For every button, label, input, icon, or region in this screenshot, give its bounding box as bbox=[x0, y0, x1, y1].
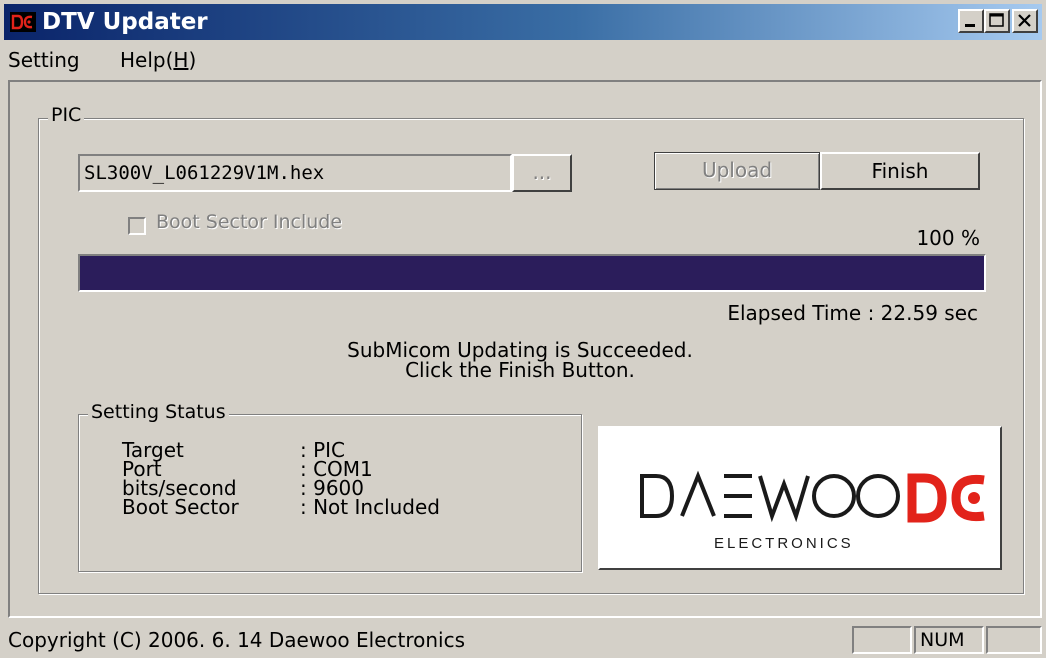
menu-help-suffix: ) bbox=[188, 48, 197, 72]
status-message: SubMicom Updating is Succeeded. Click th… bbox=[300, 340, 740, 380]
progress-fill bbox=[80, 256, 984, 290]
title-bar[interactable]: DTV Updater bbox=[4, 4, 1042, 40]
hex-file-path-field[interactable]: SL300V_L061229V1M.hex bbox=[78, 154, 512, 192]
menu-help-label: Help( bbox=[120, 48, 174, 72]
boot-sector-label: Boot Sector Include bbox=[156, 211, 343, 233]
menu-setting[interactable]: Setting bbox=[8, 48, 80, 72]
maximize-icon bbox=[989, 13, 1004, 27]
status-message-line1: SubMicom Updating is Succeeded. bbox=[347, 338, 693, 362]
browse-button[interactable]: ... bbox=[512, 154, 572, 192]
logo-sub-text: ELECTRONICS bbox=[714, 535, 854, 552]
daewoo-logo-panel: ELECTRONICS bbox=[598, 426, 1002, 570]
status-panel-caps bbox=[852, 626, 912, 654]
daewoo-app-icon bbox=[10, 12, 36, 32]
copyright-text: Copyright (C) 2006. 6. 14 Daewoo Electro… bbox=[8, 628, 466, 652]
status-message-line2: Click the Finish Button. bbox=[405, 358, 635, 382]
menu-bar: Setting Help(H) bbox=[4, 42, 1042, 74]
progress-bar bbox=[78, 254, 986, 292]
maximize-button[interactable] bbox=[984, 9, 1010, 33]
progress-percent: 100 % bbox=[916, 226, 980, 250]
status-key-boot-sector: Boot Sector bbox=[122, 495, 239, 519]
boot-sector-checkbox[interactable] bbox=[128, 217, 146, 235]
upload-button[interactable]: Upload bbox=[654, 152, 820, 190]
status-bar: Copyright (C) 2006. 6. 14 Daewoo Electro… bbox=[0, 620, 1046, 658]
setting-status-legend: Setting Status bbox=[88, 401, 229, 423]
window-title: DTV Updater bbox=[42, 9, 208, 35]
daewoo-logo: ELECTRONICS bbox=[640, 470, 985, 552]
menu-help[interactable]: Help(H) bbox=[120, 48, 196, 72]
elapsed-time: Elapsed Time : 22.59 sec bbox=[727, 301, 978, 325]
minimize-icon bbox=[965, 24, 975, 27]
close-button[interactable] bbox=[1012, 9, 1038, 33]
finish-button[interactable]: Finish bbox=[820, 152, 980, 190]
minimize-button[interactable] bbox=[958, 9, 984, 33]
dtv-updater-window: DTV Updater Setting Help(H) PIC SL300V_L… bbox=[0, 0, 1046, 658]
pic-group-legend: PIC bbox=[48, 104, 85, 126]
status-value-boot-sector: : Not Included bbox=[300, 495, 440, 519]
status-panel-num: NUM bbox=[914, 626, 984, 654]
menu-help-mnemonic: H bbox=[173, 48, 189, 72]
status-panel-scroll bbox=[986, 626, 1042, 654]
close-icon bbox=[1018, 14, 1031, 27]
